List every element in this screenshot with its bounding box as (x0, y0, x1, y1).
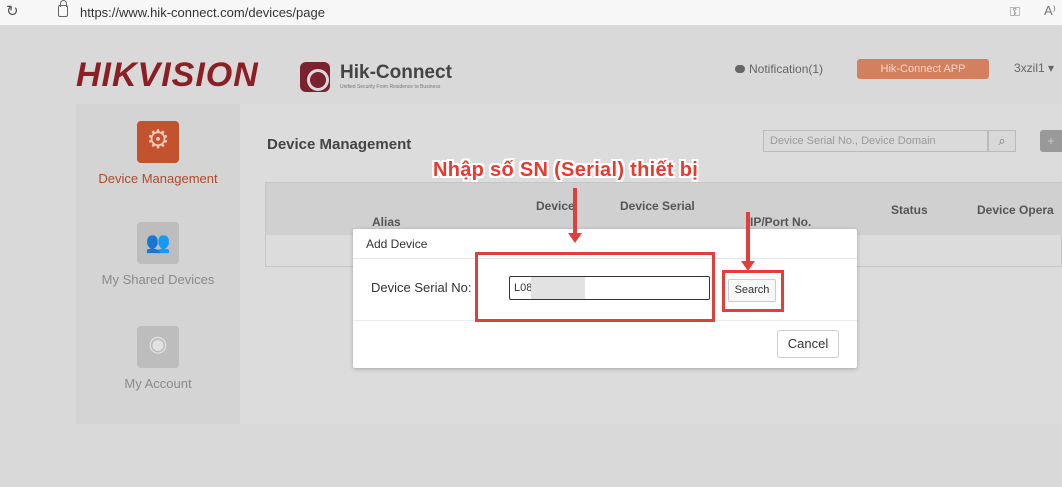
user-menu[interactable]: 3xzil1 ▾ (1014, 61, 1054, 75)
reload-icon[interactable]: ↻ (6, 2, 19, 20)
cancel-button[interactable]: Cancel (777, 330, 839, 358)
notification-link[interactable]: Notification(1) (735, 62, 823, 76)
message-icon (735, 65, 745, 73)
search-icon[interactable]: ⌕ (988, 130, 1016, 152)
annotation-arrow-icon (741, 212, 755, 271)
sidebar-item-label: Device Management (98, 171, 218, 186)
browser-toolbar: ↻ https://www.hik-connect.com/devices/pa… (0, 0, 1062, 26)
add-device-icon[interactable]: + (1040, 130, 1062, 152)
column-status: Status (891, 203, 928, 217)
serial-highlight-box (475, 252, 715, 322)
hik-connect-tagline: Unified Security From Residence to Busin… (340, 84, 441, 90)
gear-icon (137, 121, 179, 163)
column-ip-port: IP/Port No. (750, 215, 812, 229)
annotation-arrow-icon (568, 188, 582, 243)
address-bar[interactable]: https://www.hik-connect.com/devices/page (80, 5, 325, 20)
sidebar: Device Management My Shared Devices My A… (76, 104, 240, 424)
sidebar-item-label: My Shared Devices (101, 272, 215, 287)
hik-connect-app-button[interactable]: Hik-Connect APP (857, 59, 989, 79)
search-highlight-box (722, 270, 784, 312)
dialog-title: Add Device (366, 237, 428, 251)
table-header: Alias Device Device Serial IP/Port No. S… (266, 183, 1062, 235)
column-alias: Alias (372, 215, 401, 229)
device-search-input[interactable]: Device Serial No., Device Domain (763, 130, 988, 152)
sidebar-item-my-account[interactable]: My Account (76, 326, 240, 391)
column-device-serial: Device Serial (620, 199, 695, 213)
hik-connect-title: Hik-Connect (340, 62, 452, 83)
annotation-label: Nhập số SN (Serial) thiết bị (433, 159, 699, 181)
lock-icon[interactable] (58, 0, 68, 17)
column-device-operation: Device Opera (977, 203, 1054, 217)
password-key-icon[interactable]: ⚿ (1010, 4, 1020, 20)
account-icon (137, 326, 179, 368)
sidebar-item-label: My Account (124, 376, 192, 391)
notification-label: Notification(1) (749, 62, 824, 76)
sidebar-item-my-shared-devices[interactable]: My Shared Devices (76, 222, 240, 287)
shared-users-icon (137, 222, 179, 264)
sidebar-item-device-management[interactable]: Device Management (76, 121, 240, 186)
reader-mode-icon[interactable]: A⁾ (1044, 3, 1056, 19)
page-title: Device Management (267, 136, 412, 153)
hik-connect-logo-icon (300, 62, 330, 92)
column-device: Device (536, 199, 575, 213)
serial-number-label: Device Serial No: (371, 280, 472, 295)
hikvision-logo[interactable]: HIKVISION (76, 56, 259, 95)
